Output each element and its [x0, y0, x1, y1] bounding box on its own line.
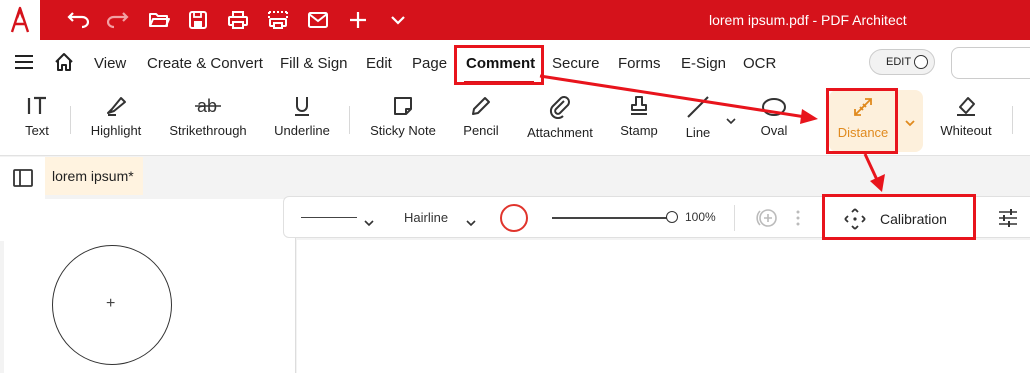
arrow-to-distance: [539, 74, 813, 120]
annotation-arrows: [539, 74, 885, 192]
arrowhead-icon: [800, 109, 818, 124]
arrow-to-calibration: [863, 153, 880, 183]
arrowhead-icon: [870, 174, 885, 192]
